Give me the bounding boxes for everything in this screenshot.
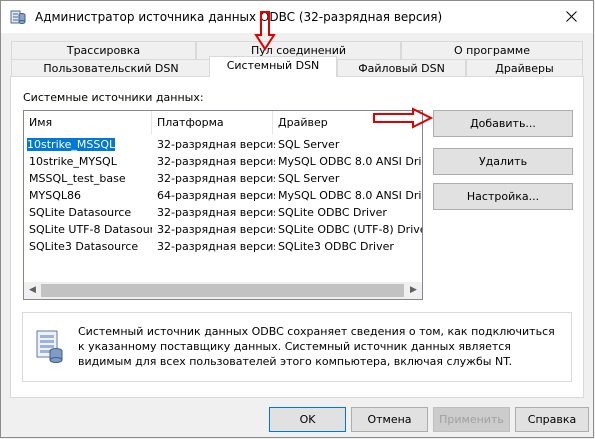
red-arrow-annotation	[373, 107, 433, 129]
tab-system-dsn[interactable]: Системный DSN	[209, 56, 337, 77]
list-item-name: MSSQL_test_base	[29, 172, 126, 185]
info-box: Системный источник данных ODBC сохраняет…	[22, 312, 572, 382]
list-item[interactable]: 10strike_MYSQL 32-разрядная версия MySQL…	[24, 154, 422, 171]
system-dsn-panel: Системные источники данных: Имя Платформ…	[10, 76, 584, 398]
list-item-platform: 32-разрядная версия	[157, 172, 275, 185]
ok-button[interactable]: OK	[269, 407, 346, 432]
data-sources-list[interactable]: Имя Платформа Драйвер 10strike_MSSQL 32-…	[23, 110, 423, 300]
configure-button[interactable]: Настройка...	[433, 183, 573, 210]
list-item-name: 10strike_MSSQL	[27, 137, 117, 152]
close-button[interactable]	[549, 1, 593, 32]
list-item-platform: 32-разрядная версия	[157, 138, 275, 151]
list-item-driver: SQL Server	[278, 138, 340, 151]
scroll-right-icon[interactable]: ▶	[405, 282, 422, 299]
odbc-dialog-window: Администратор источника данных ODBC (32-…	[0, 0, 594, 438]
tab-tracing[interactable]: Трассировка	[11, 41, 196, 59]
list-item-name: SQLite3 Datasource	[29, 240, 139, 253]
list-item-driver: MySQL ODBC 8.0 ANSI Driver	[278, 189, 422, 202]
list-item-driver: SQLite ODBC Driver	[278, 206, 387, 219]
tab-about[interactable]: О программе	[401, 41, 583, 59]
list-item-platform: 64-разрядная версия	[157, 189, 275, 202]
list-item[interactable]: MYSQL86 64-разрядная версия MySQL ODBC 8…	[24, 188, 422, 205]
scrollbar-thumb[interactable]	[41, 284, 404, 297]
list-item-driver: SQL Server	[278, 172, 340, 185]
list-header: Имя Платформа Драйвер	[24, 111, 422, 135]
list-item-platform: 32-разрядная версия	[157, 223, 275, 236]
list-item-name: SQLite UTF-8 Datasource	[29, 223, 152, 236]
list-item-name: 10strike_MYSQL	[29, 155, 117, 168]
list-item[interactable]: SQLite Datasource 32-разрядная версия SQ…	[24, 205, 422, 222]
remove-button[interactable]: Удалить	[433, 148, 573, 175]
add-button[interactable]: Добавить...	[433, 110, 573, 137]
list-item-platform: 32-разрядная версия	[157, 240, 275, 253]
list-item-driver: SQLite3 ODBC Driver	[278, 240, 394, 253]
column-header-platform[interactable]: Платформа	[152, 111, 273, 134]
cancel-button[interactable]: Отмена	[351, 407, 428, 432]
scroll-left-icon[interactable]: ◀	[24, 282, 41, 299]
column-header-name[interactable]: Имя	[24, 111, 152, 134]
tab-file-dsn[interactable]: Файловый DSN	[337, 59, 466, 77]
close-icon	[566, 11, 577, 22]
info-description: Системный источник данных ODBC сохраняет…	[78, 325, 555, 368]
info-database-icon	[35, 329, 63, 366]
system-data-sources-label: Системные источники данных:	[23, 91, 204, 104]
apply-button[interactable]: Применить	[433, 407, 510, 432]
list-item[interactable]: 10strike_MSSQL 32-разрядная версия SQL S…	[24, 137, 422, 154]
list-item[interactable]: SQLite3 Datasource 32-разрядная версия S…	[24, 239, 422, 256]
list-item[interactable]: SQLite UTF-8 Datasource 32-разрядная вер…	[24, 222, 422, 239]
tab-drivers[interactable]: Драйверы	[466, 59, 583, 77]
window-title: Администратор источника данных ODBC (32-…	[35, 10, 443, 24]
red-arrow-annotation	[254, 11, 276, 51]
list-item-platform: 32-разрядная версия	[157, 155, 275, 168]
list-item-platform: 32-разрядная версия	[157, 206, 275, 219]
list-item-name: SQLite Datasource	[29, 206, 132, 219]
odbc-app-icon	[10, 9, 26, 25]
list-item-driver: MySQL ODBC 8.0 ANSI Driver	[278, 155, 422, 168]
list-item-name: MYSQL86	[29, 189, 81, 202]
horizontal-scrollbar[interactable]: ◀ ▶	[24, 282, 422, 299]
list-item-driver: SQLite ODBC (UTF-8) Driver	[278, 223, 422, 236]
help-button[interactable]: Справка	[515, 407, 589, 432]
title-bar[interactable]: Администратор источника данных ODBC (32-…	[1, 1, 593, 33]
tab-user-dsn[interactable]: Пользовательский DSN	[11, 59, 211, 77]
list-item[interactable]: MSSQL_test_base 32-разрядная версия SQL …	[24, 171, 422, 188]
